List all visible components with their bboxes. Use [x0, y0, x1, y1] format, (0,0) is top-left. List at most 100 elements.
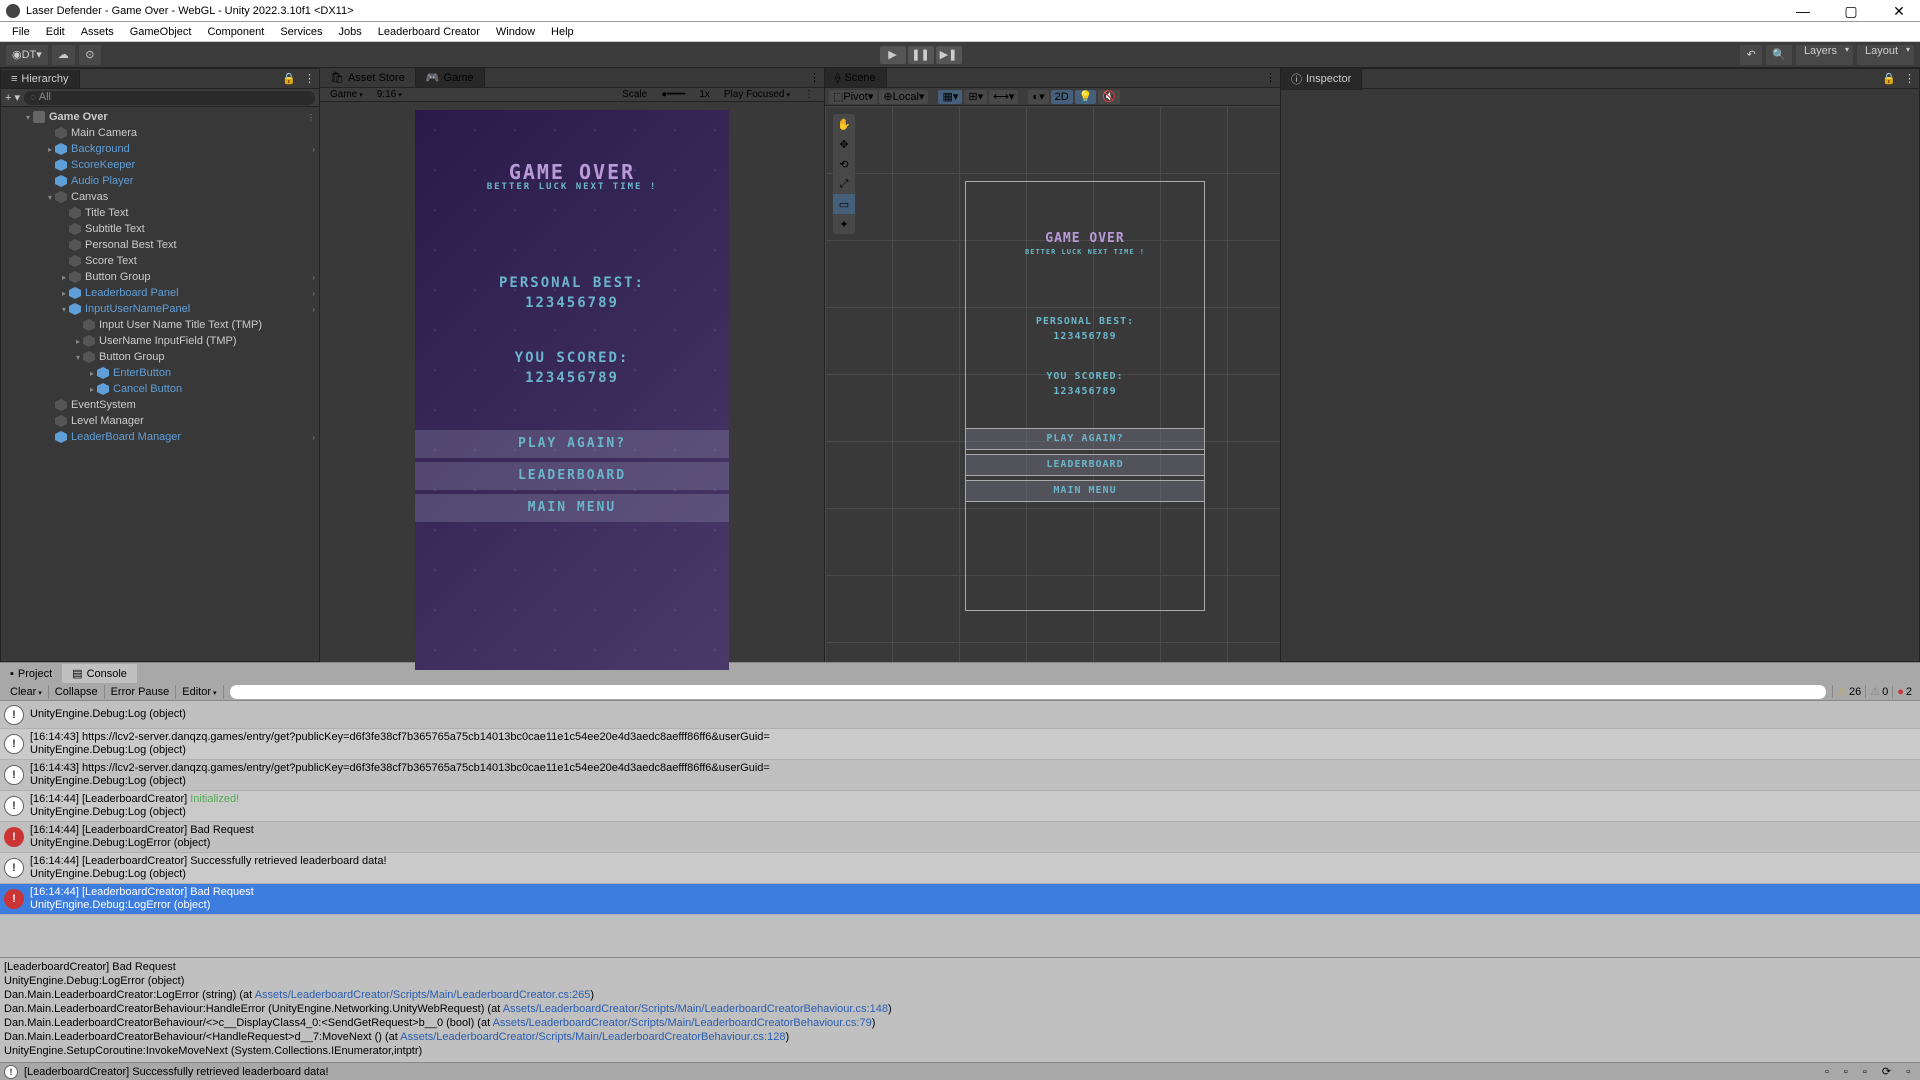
- draw-mode-button[interactable]: ◐▾: [1028, 90, 1048, 104]
- hierarchy-item[interactable]: Title Text: [1, 205, 319, 221]
- create-dropdown[interactable]: + ▾: [5, 91, 20, 104]
- menu-file[interactable]: File: [4, 24, 38, 40]
- move-tool[interactable]: ✥: [833, 134, 855, 154]
- log-row[interactable]: ![16:14:43] https://lcv2-server.danqzq.g…: [0, 760, 1920, 791]
- search-button[interactable]: 🔍: [1766, 45, 1792, 65]
- grid-snap-button[interactable]: ▦▾: [938, 90, 962, 104]
- menu-services[interactable]: Services: [272, 24, 330, 40]
- editor-dropdown[interactable]: Editor: [176, 685, 223, 699]
- log-row[interactable]: ![16:14:44] [LeaderboardCreator] Initial…: [0, 791, 1920, 822]
- hierarchy-lock-icon[interactable]: 🔒: [278, 72, 300, 85]
- increment-button[interactable]: ⟷▾: [989, 90, 1018, 104]
- focus-dropdown[interactable]: Play Focused: [718, 88, 796, 101]
- maximize-button[interactable]: ▢: [1836, 4, 1866, 18]
- transform-tool[interactable]: ✦: [833, 214, 855, 234]
- scale-slider[interactable]: ●━━━: [655, 88, 691, 101]
- hierarchy-item[interactable]: Personal Best Text: [1, 237, 319, 253]
- hierarchy-item[interactable]: Score Text: [1, 253, 319, 269]
- log-row[interactable]: ![16:14:43] https://lcv2-server.danqzq.g…: [0, 729, 1920, 760]
- hierarchy-menu-icon[interactable]: ⋮: [300, 72, 319, 85]
- 2d-button[interactable]: 2D: [1051, 90, 1073, 104]
- hierarchy-item[interactable]: ▸UserName InputField (TMP): [1, 333, 319, 349]
- layers-dropdown[interactable]: Layers: [1796, 45, 1853, 65]
- game-menu-icon[interactable]: ⋮: [798, 88, 820, 101]
- aspect-dropdown[interactable]: 9:16: [371, 88, 408, 101]
- menu-assets[interactable]: Assets: [73, 24, 122, 40]
- scene-tab[interactable]: ⟠ Scene: [825, 68, 887, 87]
- play-again-button[interactable]: PLAY AGAIN?: [415, 430, 729, 458]
- log-row[interactable]: ![16:14:44] [LeaderboardCreator] Bad Req…: [0, 884, 1920, 915]
- local-dropdown[interactable]: ⊕Local ▾: [879, 90, 928, 104]
- cloud-button[interactable]: ☁: [52, 45, 75, 65]
- info-count[interactable]: ⚠0: [1865, 685, 1892, 698]
- hand-tool[interactable]: ✋: [833, 114, 855, 134]
- game-tab[interactable]: 🎮 Game: [416, 68, 485, 87]
- hierarchy-item[interactable]: ▸Button Group›: [1, 269, 319, 285]
- log-row[interactable]: ![16:14:44] [LeaderboardCreator] Bad Req…: [0, 822, 1920, 853]
- scale-tool[interactable]: ⤢: [833, 174, 855, 194]
- console-tab[interactable]: ▤ Console: [62, 664, 137, 683]
- snap-button[interactable]: ⊞▾: [964, 90, 987, 104]
- undo-history-button[interactable]: ↶: [1740, 45, 1762, 65]
- menu-gameobject[interactable]: GameObject: [122, 24, 200, 40]
- log-row[interactable]: !UnityEngine.Debug:Log (object): [0, 701, 1920, 729]
- hierarchy-search[interactable]: ◌ All: [24, 91, 315, 105]
- hierarchy-item[interactable]: EventSystem: [1, 397, 319, 413]
- pivot-dropdown[interactable]: ⬚Pivot ▾: [829, 90, 877, 104]
- display-dropdown[interactable]: Game: [324, 88, 369, 101]
- lighting-button[interactable]: 💡: [1075, 90, 1097, 104]
- hierarchy-item[interactable]: ▸Cancel Button: [1, 381, 319, 397]
- hierarchy-item[interactable]: ▾Canvas: [1, 189, 319, 205]
- error-pause-button[interactable]: Error Pause: [105, 685, 177, 699]
- inspector-menu-icon[interactable]: ⋮: [1900, 72, 1919, 85]
- project-tab[interactable]: ▪ Project: [0, 665, 62, 683]
- hierarchy-item[interactable]: Audio Player: [1, 173, 319, 189]
- inspector-lock-icon[interactable]: 🔒: [1878, 72, 1900, 85]
- scene-view[interactable]: ✋ ✥ ⟲ ⤢ ▭ ✦ GAME OVER BETTER LUCK NEXT T…: [825, 106, 1280, 662]
- hierarchy-item[interactable]: Input User Name Title Text (TMP): [1, 317, 319, 333]
- scene-row[interactable]: ▾ Game Over ⋮: [1, 109, 319, 125]
- main-menu-button[interactable]: MAIN MENU: [415, 494, 729, 522]
- hierarchy-item[interactable]: LeaderBoard Manager›: [1, 429, 319, 445]
- leaderboard-button[interactable]: LEADERBOARD: [415, 462, 729, 490]
- hierarchy-item[interactable]: ▸Leaderboard Panel›: [1, 285, 319, 301]
- collapse-button[interactable]: Collapse: [49, 685, 105, 699]
- hierarchy-item[interactable]: ScoreKeeper: [1, 157, 319, 173]
- game-canvas: GAME OVER BETTER LUCK NEXT TIME ! PERSON…: [415, 110, 729, 670]
- hierarchy-item[interactable]: ▸EnterButton: [1, 365, 319, 381]
- play-button[interactable]: ▶: [880, 46, 906, 64]
- minimize-button[interactable]: —: [1788, 4, 1818, 18]
- hierarchy-item[interactable]: ▾InputUserNamePanel›: [1, 301, 319, 317]
- hierarchy-item[interactable]: Main Camera: [1, 125, 319, 141]
- settings-button[interactable]: ⊙: [79, 45, 101, 65]
- inspector-tab[interactable]: ⓘ Inspector: [1281, 68, 1362, 90]
- hierarchy-item[interactable]: Level Manager: [1, 413, 319, 429]
- log-row[interactable]: ![16:14:44] [LeaderboardCreator] Success…: [0, 853, 1920, 884]
- menu-leaderboard creator[interactable]: Leaderboard Creator: [370, 24, 488, 40]
- pause-button[interactable]: ❚❚: [908, 46, 934, 64]
- asset-store-tab[interactable]: 🛍 Asset Store: [320, 68, 416, 87]
- hierarchy-item[interactable]: ▸Background›: [1, 141, 319, 157]
- scene-menu-icon[interactable]: ⋮: [307, 113, 315, 122]
- step-button[interactable]: ▶❚: [936, 46, 962, 64]
- rotate-tool[interactable]: ⟲: [833, 154, 855, 174]
- status-icons[interactable]: ▫ ▫ ▫ ⟳ ▫: [1825, 1065, 1916, 1078]
- hierarchy-item[interactable]: Subtitle Text: [1, 221, 319, 237]
- clear-button[interactable]: Clear: [4, 685, 49, 699]
- layout-dropdown[interactable]: Layout: [1857, 45, 1914, 65]
- menu-window[interactable]: Window: [488, 24, 543, 40]
- bottom-panel: ▪ Project ▤ Console Clear Collapse Error…: [0, 662, 1920, 1062]
- audio-button[interactable]: 🔇: [1098, 90, 1120, 104]
- hierarchy-item[interactable]: ▾Button Group: [1, 349, 319, 365]
- close-button[interactable]: ✕: [1884, 4, 1914, 18]
- error-count[interactable]: ●2: [1892, 686, 1916, 698]
- console-search[interactable]: [230, 685, 1827, 699]
- rect-tool[interactable]: ▭: [833, 194, 855, 214]
- menu-help[interactable]: Help: [543, 24, 582, 40]
- hierarchy-tab[interactable]: ≡ Hierarchy: [1, 70, 80, 88]
- menu-edit[interactable]: Edit: [38, 24, 73, 40]
- account-dropdown[interactable]: ◉ DT ▾: [6, 45, 48, 65]
- menu-jobs[interactable]: Jobs: [331, 24, 370, 40]
- menu-component[interactable]: Component: [199, 24, 272, 40]
- warning-count[interactable]: ⚠26: [1832, 685, 1865, 698]
